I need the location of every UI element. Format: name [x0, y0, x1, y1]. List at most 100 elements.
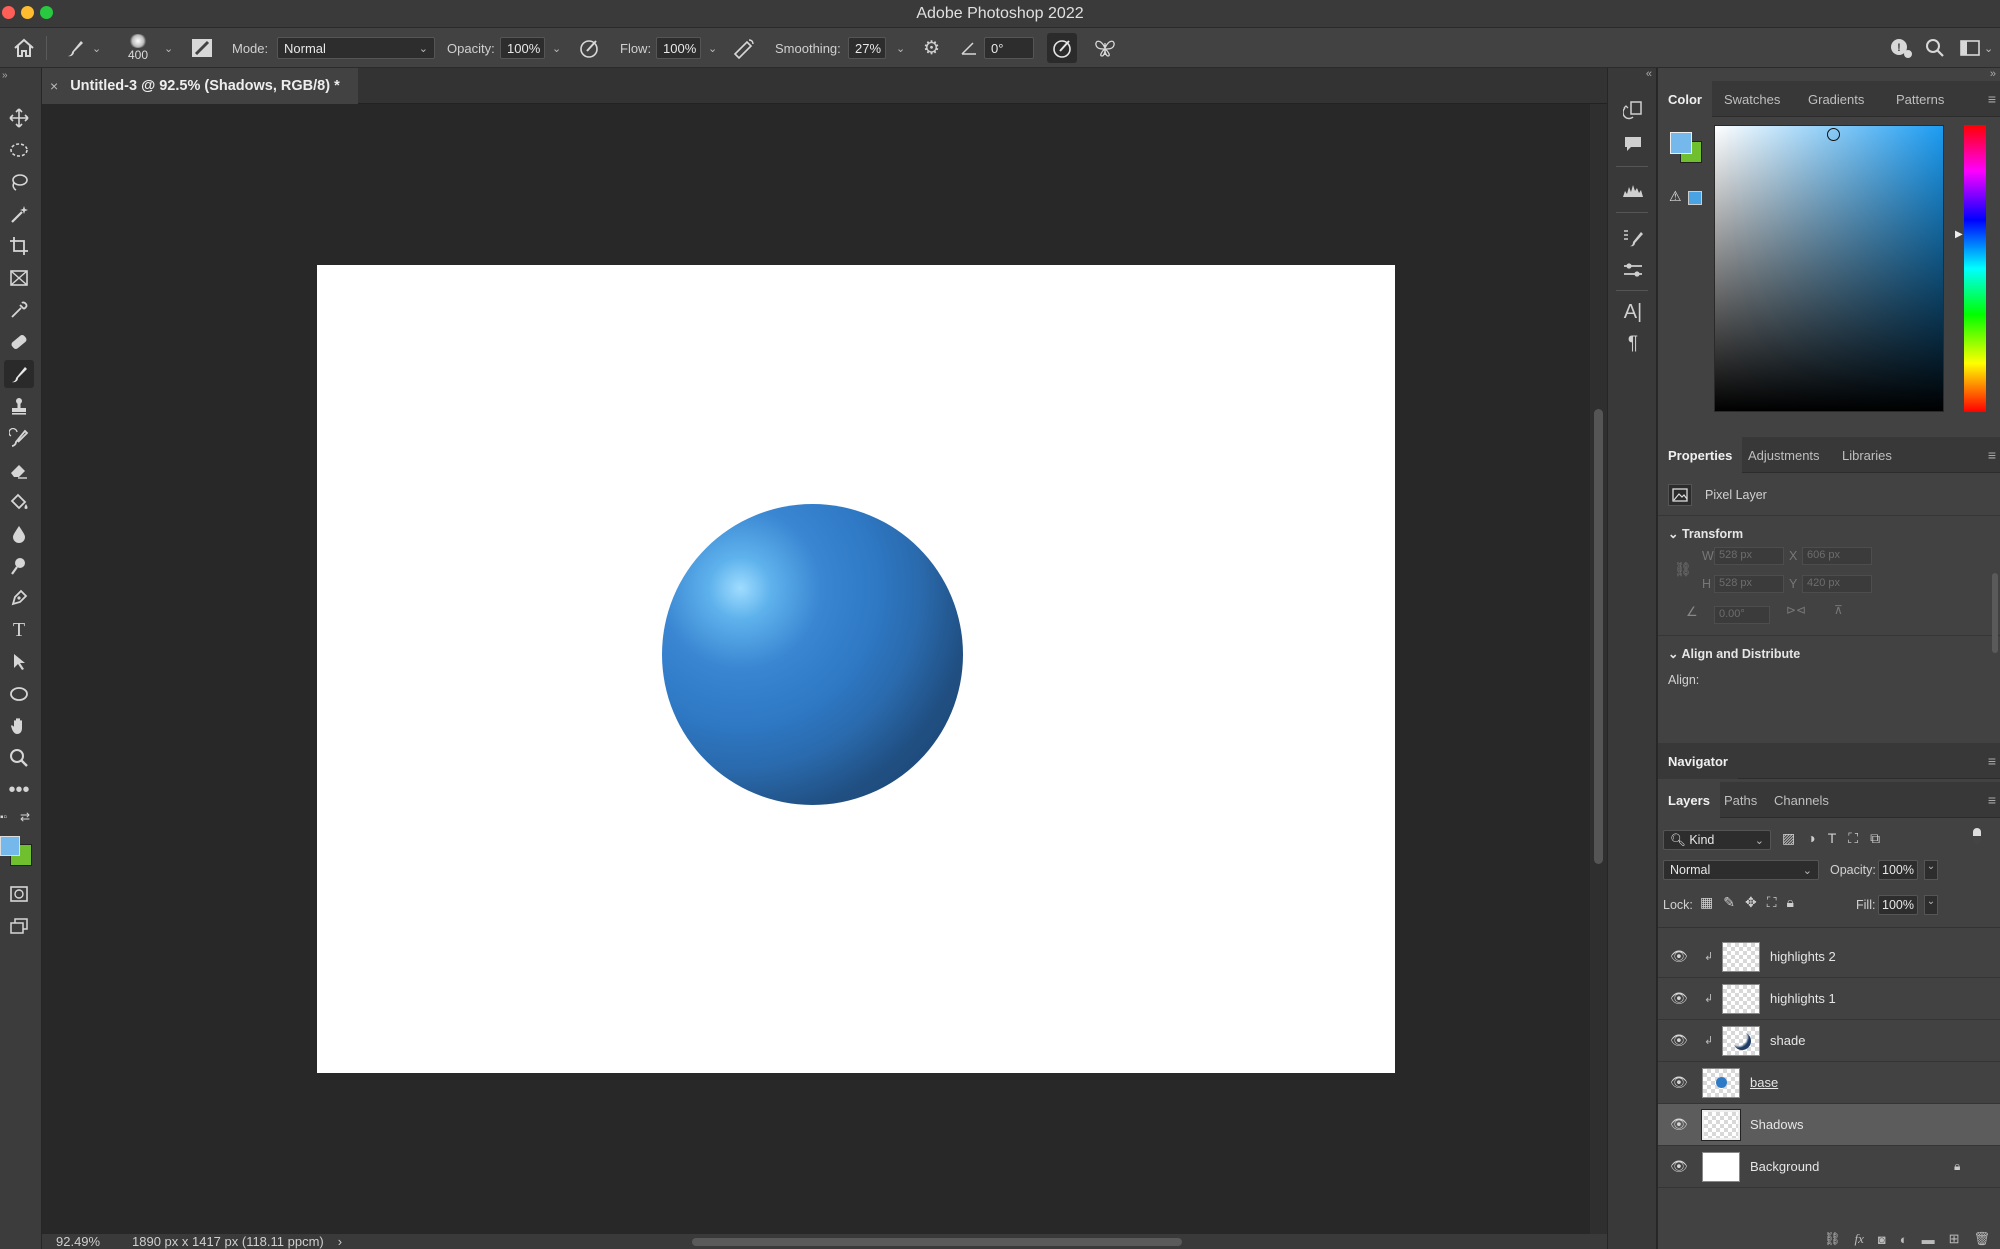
navigator-panel-menu-icon[interactable]: ≡	[1988, 753, 1996, 769]
layer-visibility-eye-icon[interactable]: 👁︎	[1670, 1074, 1688, 1091]
learn-icon[interactable]: !	[1889, 28, 1913, 68]
hand-tool-icon[interactable]	[4, 712, 34, 740]
status-menu-arrow-icon[interactable]: ›	[338, 1234, 342, 1249]
layer-row-highlights-1[interactable]: 👁︎ ↲ highlights 1	[1658, 978, 2000, 1020]
pressure-size-icon[interactable]	[1047, 33, 1077, 63]
angle-input[interactable]: 0°	[984, 37, 1034, 59]
lock-all-icon[interactable]: 🔒︎	[1787, 894, 1794, 911]
close-document-icon[interactable]: ×	[50, 78, 58, 94]
out-of-gamut-warning-icon[interactable]: ⚠	[1669, 188, 1682, 205]
airbrush-icon[interactable]	[732, 28, 756, 68]
adjustments-panel-icon[interactable]	[1618, 256, 1648, 284]
swap-colors-icon[interactable]: ⇄	[20, 810, 30, 824]
flow-input[interactable]: 100%	[656, 37, 701, 59]
brush-settings-panel-icon[interactable]	[1618, 224, 1648, 252]
flip-vertical-icon[interactable]: ⊼	[1834, 603, 1843, 617]
tab-patterns[interactable]: Patterns	[1886, 81, 1954, 117]
color-panel-foreground-swatch[interactable]	[1670, 132, 1692, 154]
x-position-field[interactable]: 606 px	[1802, 547, 1872, 565]
lock-artboard-icon[interactable]: ⛶	[1767, 894, 1777, 911]
tab-adjustments[interactable]: Adjustments	[1738, 437, 1830, 473]
paragraph-panel-icon[interactable]: ¶	[1618, 330, 1648, 358]
history-brush-tool-icon[interactable]	[4, 424, 34, 452]
tab-paths[interactable]: Paths	[1714, 782, 1767, 818]
document-canvas[interactable]	[317, 265, 1395, 1073]
smoothing-chevron-icon[interactable]: ⌄	[896, 42, 905, 55]
zoom-level[interactable]: 92.49%	[56, 1234, 116, 1249]
link-layers-icon[interactable]: ⛓	[1824, 1231, 1841, 1247]
symmetry-butterfly-icon[interactable]	[1093, 28, 1117, 68]
new-layer-icon[interactable]: ⊞	[1949, 1231, 1960, 1247]
filter-shape-icon[interactable]: ⛶	[1848, 830, 1858, 847]
opacity-chevron-icon[interactable]: ⌄	[552, 42, 561, 55]
comments-panel-icon[interactable]	[1618, 130, 1648, 158]
add-mask-icon[interactable]: ◙	[1878, 1232, 1886, 1247]
brush-tool-icon[interactable]	[4, 360, 34, 388]
properties-scrollbar-thumb[interactable]	[1992, 573, 1998, 653]
new-group-folder-icon[interactable]: ▬	[1922, 1232, 1935, 1247]
hue-slider[interactable]	[1964, 125, 1986, 412]
type-tool-icon[interactable]: T	[4, 616, 34, 644]
tab-libraries[interactable]: Libraries	[1832, 437, 1902, 473]
layer-opacity-chevron-icon[interactable]: ⌄	[1924, 860, 1938, 880]
layer-row-highlights-2[interactable]: 👁︎ ↲ highlights 2	[1658, 936, 2000, 978]
smoothing-settings-gear-icon[interactable]: ⚙	[923, 28, 940, 68]
link-dimensions-icon[interactable]: ⛓	[1674, 561, 1692, 578]
blur-tool-icon[interactable]	[4, 520, 34, 548]
layer-row-shadows[interactable]: 👁︎ Shadows	[1658, 1104, 2000, 1146]
flow-chevron-icon[interactable]: ⌄	[708, 42, 717, 55]
path-selection-tool-icon[interactable]	[4, 648, 34, 676]
tab-swatches[interactable]: Swatches	[1714, 81, 1790, 117]
zoom-tool-icon[interactable]	[4, 744, 34, 772]
crop-tool-icon[interactable]	[4, 232, 34, 260]
layer-lock-icon[interactable]: 🔒︎	[1954, 1159, 1960, 1174]
healing-brush-tool-icon[interactable]	[4, 328, 34, 356]
vertical-scrollbar[interactable]	[1590, 104, 1607, 1234]
filter-smart-object-icon[interactable]: ⧉	[1870, 830, 1880, 847]
width-field[interactable]: 528 px	[1714, 547, 1784, 565]
layers-panel-menu-icon[interactable]: ≡	[1988, 792, 1996, 808]
filter-toggle-switch[interactable]	[1973, 828, 1981, 844]
filter-pixel-icon[interactable]: ▨	[1782, 830, 1795, 847]
workspace-icon[interactable]: ⌄	[1960, 28, 1993, 68]
lock-position-icon[interactable]: ✥	[1745, 894, 1757, 911]
layer-visibility-eye-icon[interactable]: 👁︎	[1670, 948, 1688, 965]
blend-mode-select[interactable]: Normal ⌄	[1663, 860, 1819, 880]
align-section-header[interactable]: ⌄ Align and Distribute	[1668, 646, 1800, 661]
color-picker-ring[interactable]	[1827, 128, 1840, 141]
tab-properties[interactable]: Properties	[1658, 437, 1743, 473]
color-panel-menu-icon[interactable]: ≡	[1988, 91, 1996, 107]
fill-chevron-icon[interactable]: ⌄	[1924, 895, 1938, 915]
paint-bucket-tool-icon[interactable]	[4, 488, 34, 516]
layer-opacity-input[interactable]: 100%	[1878, 860, 1918, 880]
layer-visibility-eye-icon[interactable]: 👁︎	[1670, 990, 1688, 1007]
expand-panels-icon[interactable]: »	[1990, 68, 1996, 80]
histogram-panel-icon[interactable]	[1618, 176, 1648, 204]
home-icon[interactable]	[12, 28, 36, 68]
layer-style-fx-icon[interactable]: fx	[1854, 1231, 1863, 1247]
elliptical-marquee-tool-icon[interactable]	[4, 136, 34, 164]
layer-filter-kind-select[interactable]: 🔍︎ Kind ⌄	[1663, 830, 1771, 850]
default-colors-icon[interactable]: ▪▫	[0, 812, 7, 823]
brush-settings-icon[interactable]	[190, 28, 214, 68]
layer-visibility-eye-icon[interactable]: 👁︎	[1670, 1032, 1688, 1049]
new-adjustment-layer-icon[interactable]: ◐	[1900, 1232, 1908, 1247]
mode-select[interactable]: Normal ⌄	[277, 37, 435, 59]
flip-horizontal-icon[interactable]: ⊳⊲	[1786, 603, 1806, 617]
ellipse-tool-icon[interactable]	[4, 680, 34, 708]
pressure-opacity-icon[interactable]	[578, 28, 600, 68]
horizontal-scrollbar-thumb[interactable]	[692, 1238, 1182, 1246]
eraser-tool-icon[interactable]	[4, 456, 34, 484]
layer-row-base[interactable]: 👁︎ base	[1658, 1062, 2000, 1104]
tab-layers[interactable]: Layers	[1658, 782, 1720, 818]
brush-preset-icon[interactable]: ⌄	[64, 28, 101, 68]
brush-size-chevron-icon[interactable]: ⌄	[164, 28, 173, 68]
collapse-panels-icon[interactable]: «	[1646, 68, 1652, 80]
filter-adjustment-icon[interactable]: ◑	[1807, 830, 1815, 847]
toolbar-collapse-icon[interactable]: »	[2, 70, 8, 81]
opacity-input[interactable]: 100%	[500, 37, 545, 59]
lock-transparent-pixels-icon[interactable]: ▦	[1700, 894, 1713, 911]
filter-type-icon[interactable]: T	[1828, 830, 1837, 847]
move-tool-icon[interactable]	[4, 104, 34, 132]
screen-mode-icon[interactable]	[4, 912, 34, 940]
